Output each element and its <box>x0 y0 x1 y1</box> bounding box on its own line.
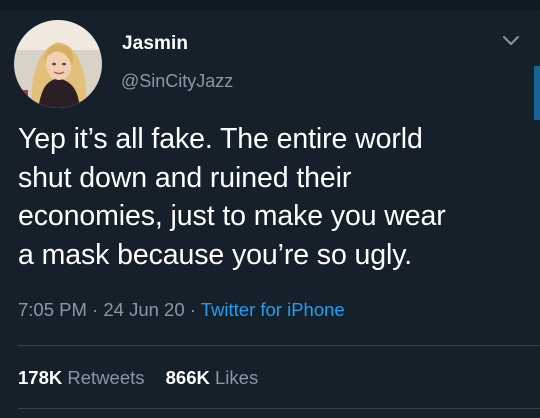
author-handle[interactable]: @SinCityJazz <box>121 71 233 92</box>
profile-photo-icon <box>14 20 102 108</box>
engagement-stats: 178K Retweets 866K Likes <box>18 367 258 389</box>
tweet-text: Yep it’s all fake. The entire world shut… <box>18 120 528 274</box>
top-divider-strip <box>0 0 540 10</box>
retweets-count: 178K <box>18 367 63 388</box>
tweet-date[interactable]: 24 Jun 20 <box>103 299 184 320</box>
tweet-card: Jasmin @SinCityJazz Yep it’s all fake. T… <box>0 0 540 418</box>
avatar[interactable] <box>14 20 102 108</box>
scrollbar[interactable] <box>534 66 540 120</box>
likes-label: Likes <box>215 367 259 388</box>
tweet-time[interactable]: 7:05 PM <box>18 299 87 320</box>
likes-count: 866K <box>165 367 210 388</box>
divider <box>18 345 540 346</box>
more-options-button[interactable] <box>500 32 522 50</box>
tweet-meta: 7:05 PM · 24 Jun 20 · Twitter for iPhone <box>18 299 345 321</box>
retweets-stat[interactable]: 178K Retweets <box>18 367 145 389</box>
tweet-text-line: Yep it’s all fake. The entire world <box>18 123 423 155</box>
divider <box>18 408 540 409</box>
tweet-text-line: economies, just to make you wear <box>18 200 446 232</box>
tweet-source-link[interactable]: Twitter for iPhone <box>201 299 345 320</box>
chevron-down-icon <box>503 36 519 45</box>
likes-stat[interactable]: 866K Likes <box>166 367 259 389</box>
retweets-label: Retweets <box>67 367 145 388</box>
meta-separator: · <box>92 299 99 320</box>
tweet-text-line: a mask because you’re so ugly. <box>18 238 413 271</box>
meta-separator: · <box>189 299 196 320</box>
tweet-text-line: shut down and ruined their <box>18 161 352 194</box>
author-display-name[interactable]: Jasmin <box>122 33 188 55</box>
